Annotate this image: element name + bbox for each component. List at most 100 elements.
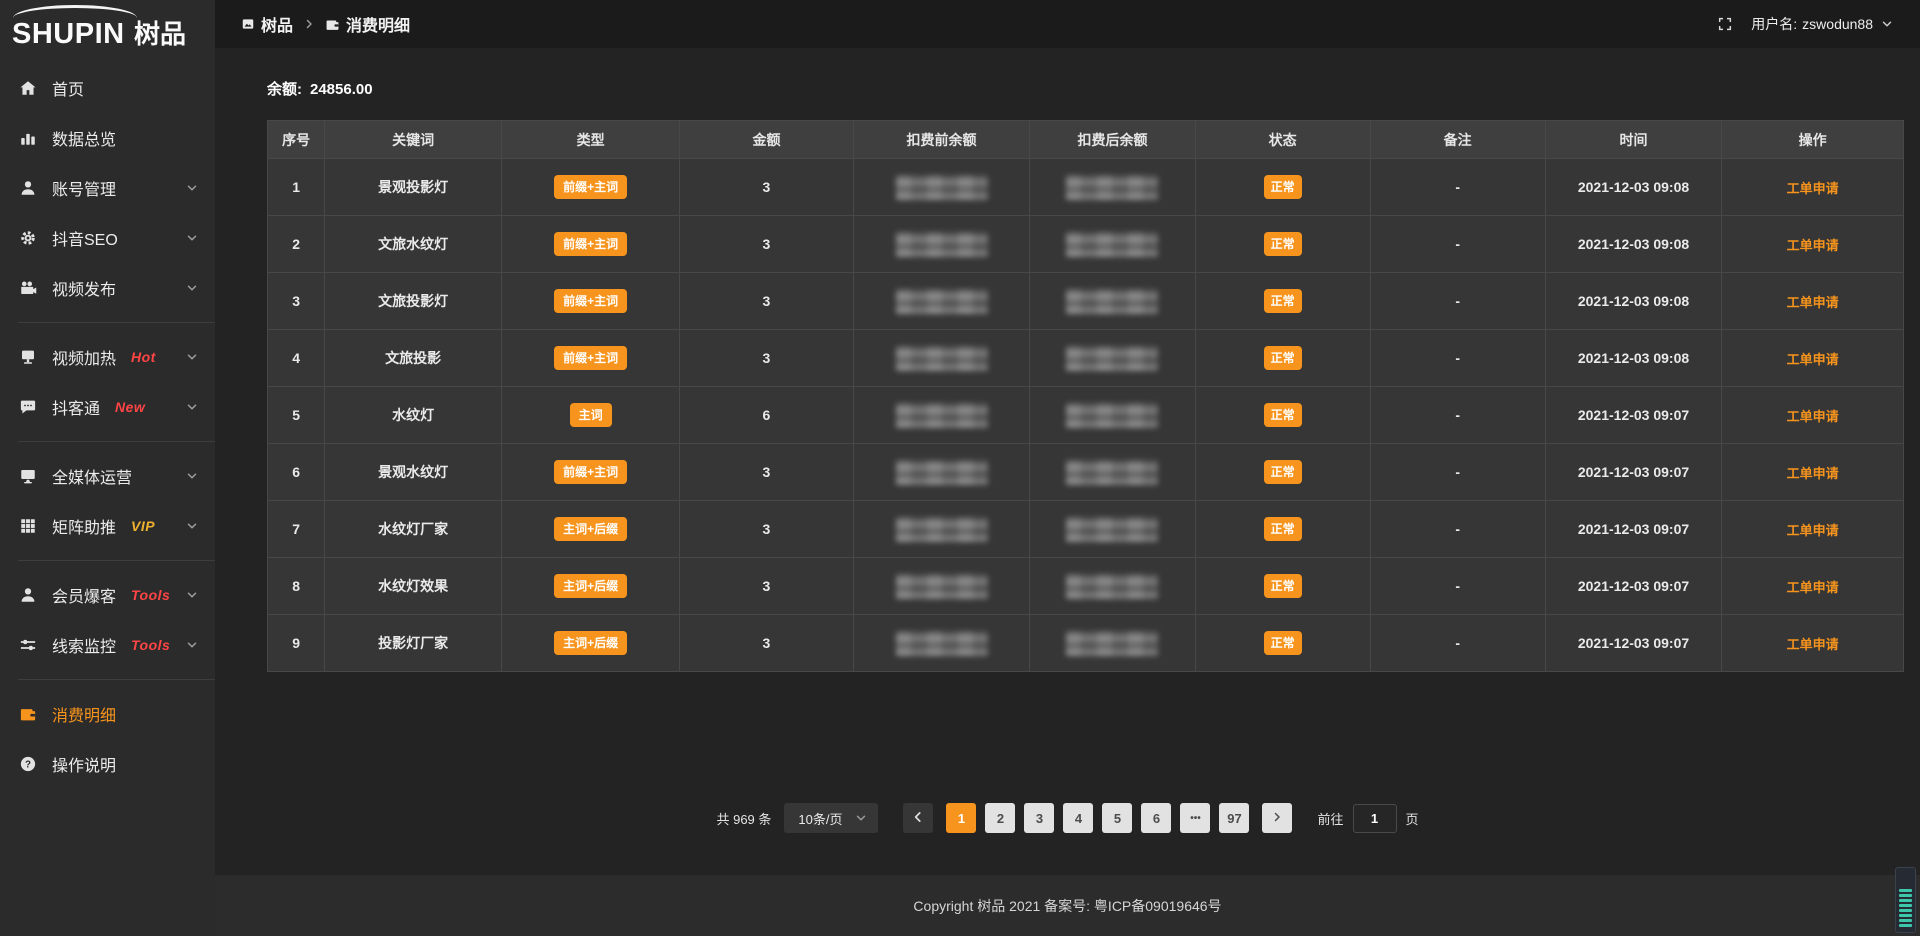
chevron-down-icon (185, 638, 199, 652)
sidebar-item-video-heat[interactable]: 视频加热Hot (0, 332, 215, 382)
sidebar-item-tag: New (115, 399, 145, 415)
widget-bar (1899, 914, 1912, 917)
work-order-link[interactable]: 工单申请 (1787, 523, 1839, 538)
work-order-link[interactable]: 工单申请 (1787, 409, 1839, 424)
app-mini-icon (241, 17, 255, 31)
cell-index: 6 (268, 444, 325, 501)
chevron-right-icon (1271, 811, 1283, 826)
cell-time: 2021-12-03 09:08 (1545, 159, 1722, 216)
cell-amount: 6 (680, 387, 853, 444)
wallet-icon (325, 17, 340, 32)
cell-remark: - (1370, 558, 1545, 615)
cell-remark: - (1370, 273, 1545, 330)
chevron-down-icon (185, 350, 199, 364)
redacted-value (1066, 289, 1158, 314)
cell-status: 正常 (1195, 159, 1370, 216)
sidebar-item-video-publish[interactable]: 视频发布 (0, 263, 215, 313)
type-badge: 前缀+主词 (554, 289, 627, 313)
sidebar-item-operation-guide[interactable]: ?操作说明 (0, 739, 215, 789)
chevron-down-icon (185, 281, 199, 295)
consumption-table-wrap: 序号关键词类型金额扣费前余额扣费后余额状态备注时间操作 1景观投影灯前缀+主词3… (267, 120, 1904, 672)
sidebar-item-tag: Tools (131, 637, 170, 653)
sidebar-item-consumption-detail[interactable]: 消费明细 (0, 689, 215, 739)
work-order-link[interactable]: 工单申请 (1787, 580, 1839, 595)
page-button-6[interactable]: 6 (1141, 803, 1171, 833)
cell-action: 工单申请 (1722, 216, 1904, 273)
status-badge: 正常 (1264, 175, 1302, 199)
logo-text-cn: 树品 (134, 19, 186, 49)
prev-page-button[interactable] (903, 803, 933, 833)
pagination: 共 969 条 10条/页 123456•••97 前往 页 (215, 803, 1920, 833)
sidebar-divider (18, 560, 215, 561)
work-order-link[interactable]: 工单申请 (1787, 181, 1839, 196)
cell-action: 工单申请 (1722, 615, 1904, 672)
redacted-value (896, 175, 988, 200)
work-order-link[interactable]: 工单申请 (1787, 637, 1839, 652)
sidebar-item-douyin-seo[interactable]: 抖音SEO (0, 213, 215, 263)
work-order-link[interactable]: 工单申请 (1787, 238, 1839, 253)
cell-status: 正常 (1195, 444, 1370, 501)
sidebar-item-home[interactable]: 首页 (0, 63, 215, 113)
page-button-5[interactable]: 5 (1102, 803, 1132, 833)
cell-action: 工单申请 (1722, 387, 1904, 444)
cell-balance-after (1030, 615, 1195, 672)
pagination-ellipsis[interactable]: ••• (1180, 803, 1210, 833)
page-button-1[interactable]: 1 (946, 803, 976, 833)
column-header: 序号 (268, 121, 325, 159)
page-size-select[interactable]: 10条/页 (784, 803, 878, 833)
logo-text-en: SHUPIN (12, 18, 125, 50)
screen-icon (19, 348, 39, 366)
user-menu[interactable]: 用户名: zswodun88 (1751, 14, 1894, 34)
sidebar-item-tag: Hot (131, 349, 156, 365)
member-icon (19, 586, 39, 604)
cell-index: 1 (268, 159, 325, 216)
sidebar-item-label: 账号管理 (52, 176, 116, 200)
question-icon: ? (19, 755, 39, 773)
sidebar: SHUPIN 树品 首页数据总览账号管理抖音SEO视频发布视频加热Hot 抖客通 N… (0, 0, 215, 936)
sidebar-item-matrix-boost[interactable]: 矩阵助推VIP (0, 501, 215, 551)
copyright-text: Copyright 树品 2021 备案号: 粤ICP备09019646号 (913, 896, 1221, 916)
status-badge: 正常 (1264, 403, 1302, 427)
table-row: 5水纹灯主词6正常-2021-12-03 09:07工单申请 (268, 387, 1904, 444)
cell-keyword: 景观水纹灯 (325, 444, 502, 501)
sidebar-item-data-overview[interactable]: 数据总览 (0, 113, 215, 163)
sidebar-item-clue-monitor[interactable]: 线索监控Tools (0, 620, 215, 670)
sidebar-item-label: 抖客通 (52, 395, 100, 419)
page-button-2[interactable]: 2 (985, 803, 1015, 833)
redacted-value (1066, 232, 1158, 257)
fullscreen-icon[interactable] (1717, 16, 1733, 32)
cell-amount: 3 (680, 216, 853, 273)
breadcrumb-app[interactable]: 树品 (241, 12, 293, 36)
cell-type: 主词+后缀 (501, 615, 679, 672)
cell-amount: 3 (680, 615, 853, 672)
cell-balance-before (853, 444, 1030, 501)
page-button-4[interactable]: 4 (1063, 803, 1093, 833)
widget-bar (1899, 909, 1912, 912)
status-badge: 正常 (1264, 232, 1302, 256)
chevron-down-icon (185, 469, 199, 483)
sidebar-item-member-booster[interactable]: 会员爆客Tools (0, 570, 215, 620)
column-header: 关键词 (325, 121, 502, 159)
floating-widget[interactable] (1895, 867, 1916, 933)
work-order-link[interactable]: 工单申请 (1787, 352, 1839, 367)
widget-bar (1899, 924, 1912, 927)
sidebar-item-douketong[interactable]: 抖客通 New (0, 382, 215, 432)
goto-page-input[interactable] (1353, 804, 1397, 833)
redacted-value (1066, 631, 1158, 656)
type-badge: 主词 (570, 403, 612, 427)
redacted-value (896, 517, 988, 542)
work-order-link[interactable]: 工单申请 (1787, 466, 1839, 481)
work-order-link[interactable]: 工单申请 (1787, 295, 1839, 310)
cell-balance-before (853, 387, 1030, 444)
next-page-button[interactable] (1262, 803, 1292, 833)
type-badge: 前缀+主词 (554, 346, 627, 370)
redacted-value (1066, 517, 1158, 542)
cell-time: 2021-12-03 09:08 (1545, 216, 1722, 273)
cell-type: 前缀+主词 (501, 330, 679, 387)
page-button-3[interactable]: 3 (1024, 803, 1054, 833)
sidebar-item-account-management[interactable]: 账号管理 (0, 163, 215, 213)
cell-index: 2 (268, 216, 325, 273)
cell-keyword: 景观投影灯 (325, 159, 502, 216)
sidebar-item-all-media-operation[interactable]: 全媒体运营 (0, 451, 215, 501)
page-button-97[interactable]: 97 (1219, 803, 1249, 833)
